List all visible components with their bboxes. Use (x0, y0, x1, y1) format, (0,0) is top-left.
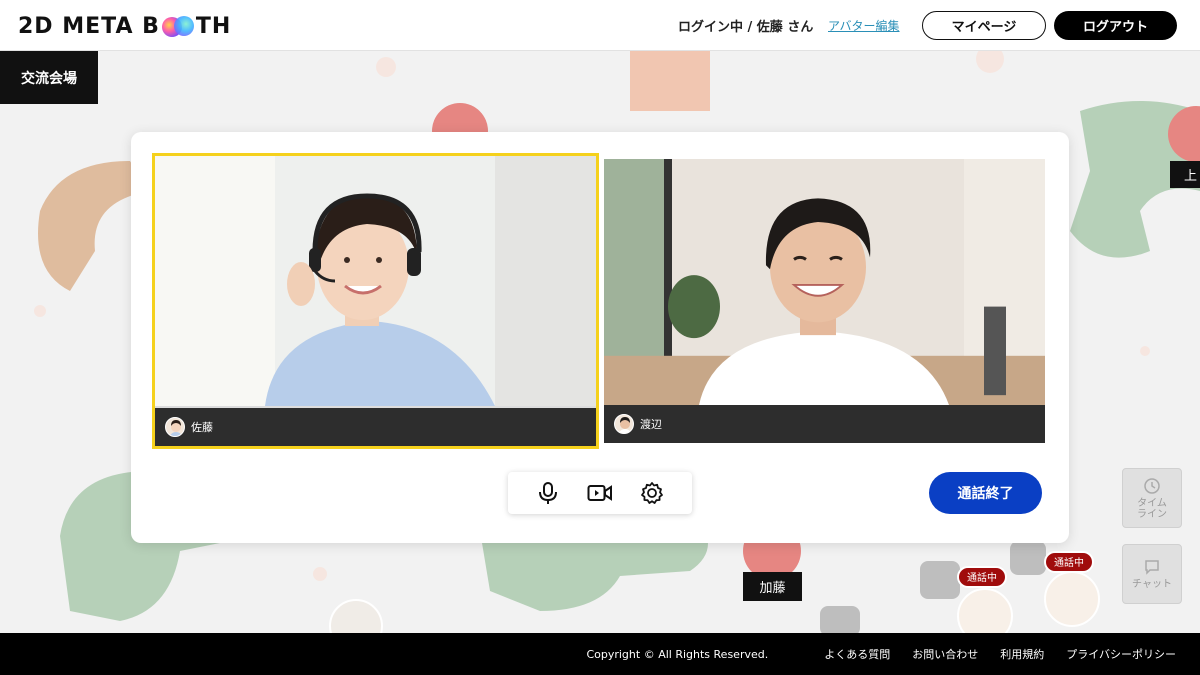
logo-mark-icon (161, 13, 195, 39)
footer-link-faq[interactable]: よくある質問 (824, 646, 890, 662)
footer-link-privacy[interactable]: プライバシーポリシー (1066, 646, 1176, 662)
participant-tile-sato[interactable]: 佐藤 (152, 153, 599, 449)
video-toggle-button[interactable] (586, 479, 614, 507)
login-status: ログイン中 / 佐藤 さん (678, 20, 814, 35)
app-logo[interactable]: 2D META B TH (18, 11, 231, 41)
timeline-label: タイムライン (1137, 497, 1167, 520)
participant-avatar (165, 417, 185, 437)
participant-video-sato (155, 156, 596, 406)
timeline-button[interactable]: タイムライン (1122, 468, 1182, 528)
top-header: 2D META B TH ログイン中 / 佐藤 さん アバター編集 マイページ … (0, 0, 1200, 51)
microphone-button[interactable] (534, 479, 562, 507)
chat-icon (1145, 560, 1159, 575)
avatar-edit-link[interactable]: アバター編集 (828, 17, 900, 34)
copyright-text: Copyright © All Rights Reserved. (586, 647, 769, 661)
in-call-badge: 通話中 (1044, 551, 1094, 573)
footer-link-contact[interactable]: お問い合わせ (912, 646, 978, 662)
avatar-name-tag: 加藤 (743, 572, 802, 601)
logout-button[interactable]: ログアウト (1054, 11, 1177, 40)
participant-name: 佐藤 (191, 421, 213, 434)
in-call-badge: 通話中 (957, 566, 1007, 588)
settings-icon (641, 482, 663, 504)
participant-video-watanabe (604, 159, 1045, 405)
video-camera-icon (587, 485, 612, 501)
settings-button[interactable] (638, 479, 666, 507)
video-call-modal: 佐藤 渡辺 通話終了 (131, 132, 1069, 543)
site-footer: Copyright © All Rights Reserved. よくある質問 … (0, 633, 1200, 675)
microphone-icon (539, 482, 557, 504)
participant-name: 渡辺 (640, 418, 662, 431)
end-call-button[interactable]: 通話終了 (929, 472, 1042, 514)
logo-text-right: TH (195, 13, 232, 39)
chat-button[interactable]: チャット (1122, 544, 1182, 604)
mypage-button[interactable]: マイページ (922, 11, 1046, 40)
call-controls (508, 472, 692, 514)
avatar-name-tag: 上 (1170, 161, 1200, 188)
chat-label: チャット (1132, 579, 1172, 590)
logo-text-left: 2D META B (18, 13, 160, 39)
participant-bar: 渡辺 (604, 405, 1045, 443)
participant-tile-watanabe[interactable]: 渡辺 (604, 159, 1045, 443)
clock-icon (1144, 477, 1160, 494)
participant-avatar (614, 414, 634, 434)
participant-bar: 佐藤 (155, 408, 596, 446)
footer-link-terms[interactable]: 利用規約 (1000, 646, 1044, 662)
hall-label: 交流会場 (0, 51, 98, 104)
